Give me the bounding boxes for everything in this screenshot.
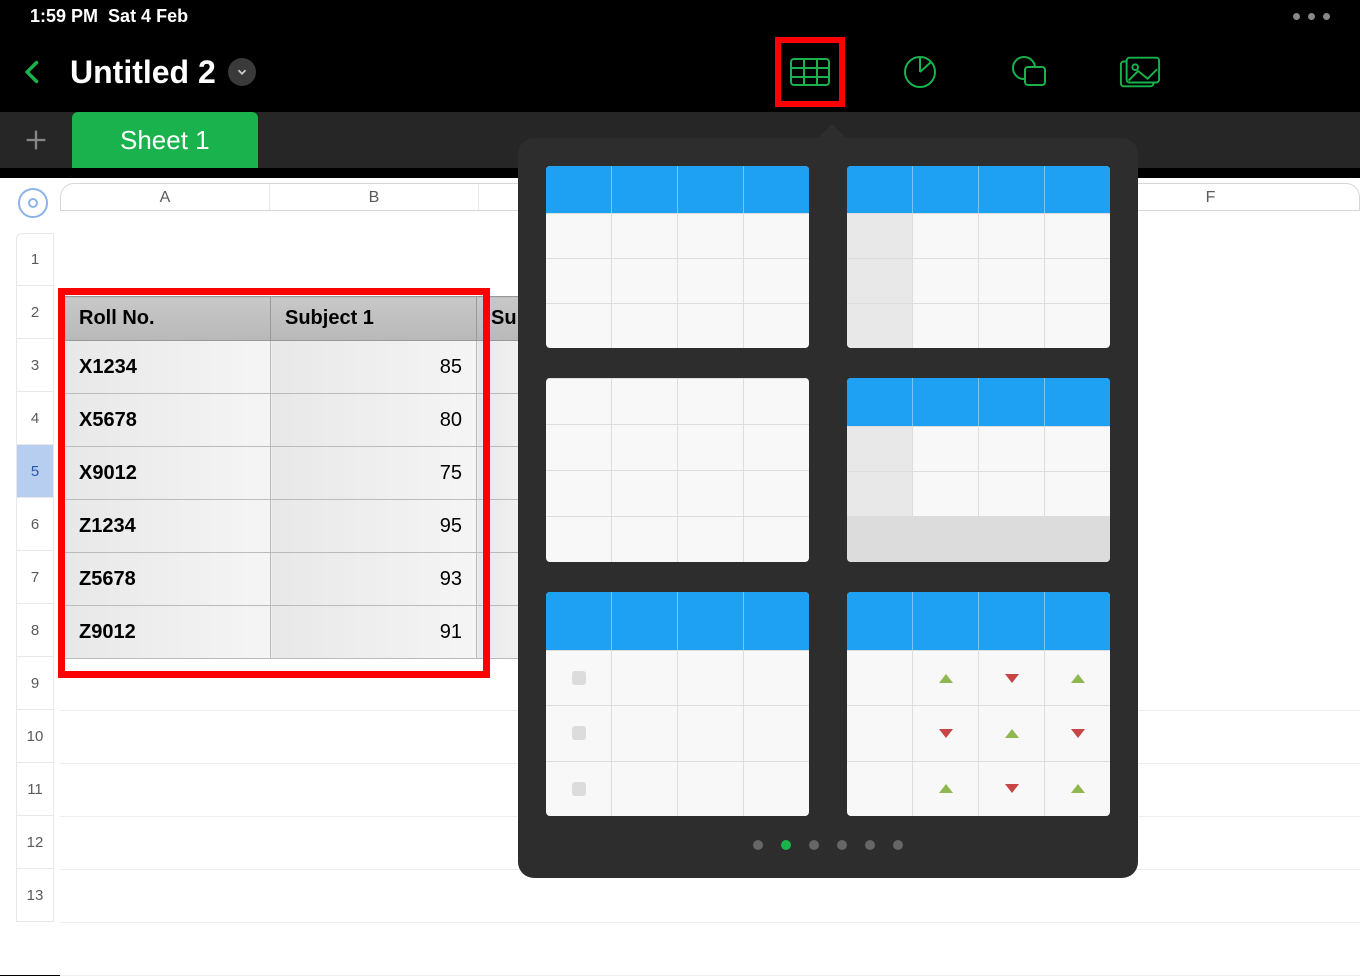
table-header-subject1[interactable]: Subject 1 bbox=[271, 297, 477, 341]
table-header-roll[interactable]: Roll No. bbox=[65, 297, 271, 341]
row-header-13[interactable]: 13 bbox=[16, 869, 54, 922]
cell-roll[interactable]: X5678 bbox=[65, 394, 271, 447]
page-dot-3[interactable] bbox=[809, 840, 819, 850]
cell-roll[interactable]: Z5678 bbox=[65, 553, 271, 606]
row-header-2[interactable]: 2 bbox=[16, 286, 54, 339]
cell-subject1[interactable]: 93 bbox=[271, 553, 477, 606]
cell-subject1[interactable]: 75 bbox=[271, 447, 477, 500]
page-dot-4[interactable] bbox=[837, 840, 847, 850]
page-indicator[interactable] bbox=[546, 840, 1110, 850]
cell-roll[interactable]: X9012 bbox=[65, 447, 271, 500]
cell-subject1[interactable]: 91 bbox=[271, 606, 477, 659]
more-menu-icon[interactable] bbox=[1293, 13, 1330, 20]
row-header-4[interactable]: 4 bbox=[16, 392, 54, 445]
page-dot-5[interactable] bbox=[865, 840, 875, 850]
row-header-11[interactable]: 11 bbox=[16, 763, 54, 816]
row-header-8[interactable]: 8 bbox=[16, 604, 54, 657]
insert-table-button[interactable] bbox=[785, 47, 835, 97]
table-styles-popover bbox=[518, 138, 1138, 878]
row-header-6[interactable]: 6 bbox=[16, 498, 54, 551]
row-header-9[interactable]: 9 bbox=[16, 657, 54, 710]
table-style-3[interactable] bbox=[546, 378, 809, 561]
insert-chart-button[interactable] bbox=[895, 47, 945, 97]
table-row[interactable]: X901275 bbox=[65, 447, 537, 500]
select-all-handle[interactable] bbox=[18, 188, 48, 218]
table-row[interactable]: X123485 bbox=[65, 341, 537, 394]
table-row[interactable]: Z123495 bbox=[65, 500, 537, 553]
sheet-tab-1[interactable]: Sheet 1 bbox=[72, 112, 258, 168]
row-header-3[interactable]: 3 bbox=[16, 339, 54, 392]
table-row[interactable]: X567880 bbox=[65, 394, 537, 447]
title-bar: Untitled 2 bbox=[0, 32, 1360, 112]
row-header-1[interactable]: 1 bbox=[16, 233, 54, 286]
table-style-4[interactable] bbox=[847, 378, 1110, 561]
cell-subject1[interactable]: 80 bbox=[271, 394, 477, 447]
add-sheet-button[interactable] bbox=[0, 112, 72, 168]
table-style-6[interactable] bbox=[847, 592, 1110, 816]
document-title[interactable]: Untitled 2 bbox=[70, 54, 216, 91]
table-row[interactable]: Z567893 bbox=[65, 553, 537, 606]
table-row[interactable]: Z901291 bbox=[65, 606, 537, 659]
cell-subject1[interactable]: 95 bbox=[271, 500, 477, 553]
table-style-1[interactable] bbox=[546, 166, 809, 348]
status-date: Sat 4 Feb bbox=[108, 6, 188, 26]
status-time: 1:59 PM bbox=[30, 6, 98, 26]
table-style-5[interactable] bbox=[546, 592, 809, 816]
page-dot-1[interactable] bbox=[753, 840, 763, 850]
cell-roll[interactable]: Z1234 bbox=[65, 500, 271, 553]
row-headers[interactable]: 12345678910111213 bbox=[16, 233, 54, 922]
cell-subject1[interactable]: 85 bbox=[271, 341, 477, 394]
row-header-12[interactable]: 12 bbox=[16, 816, 54, 869]
row-header-7[interactable]: 7 bbox=[16, 551, 54, 604]
cell-roll[interactable]: Z9012 bbox=[65, 606, 271, 659]
document-menu-button[interactable] bbox=[228, 58, 256, 86]
cell-roll[interactable]: X1234 bbox=[65, 341, 271, 394]
insert-shape-button[interactable] bbox=[1005, 47, 1055, 97]
row-header-5[interactable]: 5 bbox=[16, 445, 54, 498]
data-table[interactable]: Roll No. Subject 1 Su X123485X567880X901… bbox=[64, 296, 537, 659]
page-dot-2[interactable] bbox=[781, 840, 791, 850]
col-header-B[interactable]: B bbox=[270, 184, 479, 210]
col-header-A[interactable]: A bbox=[61, 184, 270, 210]
back-button[interactable] bbox=[15, 55, 50, 90]
page-dot-6[interactable] bbox=[893, 840, 903, 850]
highlight-box bbox=[775, 37, 845, 107]
row-header-10[interactable]: 10 bbox=[16, 710, 54, 763]
status-bar: 1:59 PM Sat 4 Feb bbox=[0, 0, 1360, 32]
insert-media-button[interactable] bbox=[1115, 47, 1165, 97]
table-style-2[interactable] bbox=[847, 166, 1110, 348]
